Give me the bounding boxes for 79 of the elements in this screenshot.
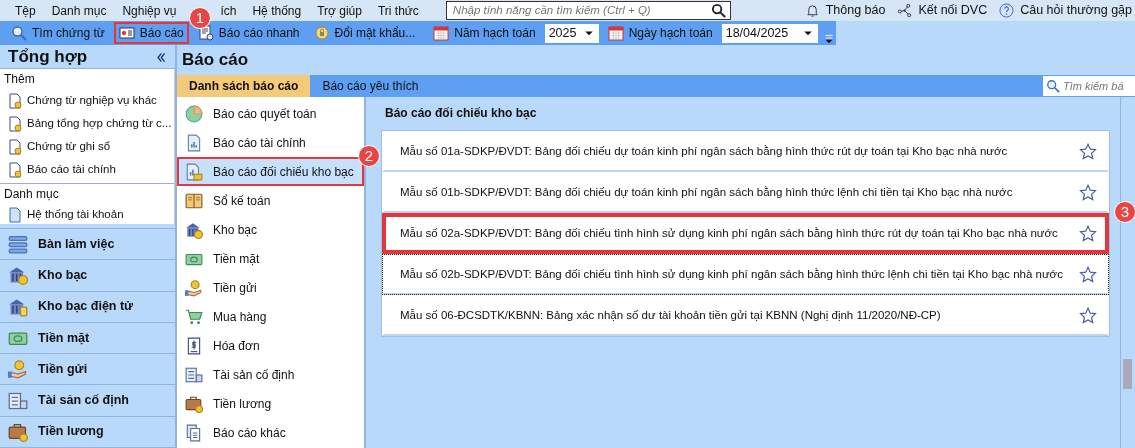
bank-icon — [8, 265, 28, 286]
scrollbar-handle[interactable] — [1123, 359, 1132, 389]
section-header: Danh mục — [0, 183, 174, 203]
sidebar-item[interactable]: Bảng tổng hợp chứng từ c... — [27, 114, 172, 133]
favorite-star-button[interactable] — [1079, 183, 1097, 202]
bell-icon — [804, 3, 820, 18]
top-link[interactable]: Thông báo — [825, 1, 886, 20]
menu-item[interactable]: Tệp — [14, 1, 37, 20]
report-icon — [118, 25, 135, 41]
menu-item[interactable]: Nghiệp vụ — [121, 1, 178, 20]
callout-badge: 3 — [1114, 201, 1135, 223]
document-icon — [7, 161, 23, 178]
document-icon — [7, 138, 23, 155]
search-icon — [11, 25, 27, 41]
menu-item[interactable]: Danh mục — [50, 1, 108, 20]
category-item[interactable]: Báo cáo đối chiếu kho bạc — [177, 157, 364, 186]
briefcase-icon — [8, 421, 28, 442]
callout-badge: 2 — [358, 145, 380, 167]
building-icon — [8, 390, 28, 411]
list-icon — [8, 234, 28, 255]
help-icon — [999, 3, 1015, 18]
star-icon — [1079, 265, 1097, 284]
search-field[interactable]: Nhập tính năng cần tìm kiếm (Ctrl + Q) — [445, 1, 731, 20]
building-icon — [185, 365, 203, 384]
search-icon — [1046, 79, 1060, 93]
dropdown-field[interactable]: 18/04/2025 — [721, 23, 818, 43]
book-icon — [185, 191, 203, 210]
field-label: Năm hạch toán — [428, 22, 541, 44]
documents-icon — [185, 423, 203, 442]
menu-item[interactable]: Tri thức — [376, 1, 420, 20]
document-icon — [197, 25, 214, 41]
field-label: Ngày hạch toán — [602, 22, 718, 44]
report-item[interactable]: Mẫu số 02a-SDKP/ĐVDT: Bảng đối chiếu tình hình sử dụng kinh phí ngân sách bằng hình thức rút dự toán tại Kho bạc nhà nước — [382, 213, 1109, 254]
favorite-star-button[interactable] — [1079, 142, 1097, 161]
toolbar-button[interactable]: Đổi mật khẩu... — [308, 22, 421, 44]
star-icon — [1079, 306, 1097, 325]
calendar-icon — [607, 25, 624, 41]
coin-hand-icon — [8, 359, 28, 380]
search-icon — [710, 3, 726, 18]
sidebar-item[interactable]: Hệ thống tài khoản — [27, 205, 124, 224]
document-icon — [7, 92, 23, 109]
calendar-icon — [433, 25, 450, 41]
receipt-icon — [185, 336, 203, 355]
lock-icon — [313, 25, 330, 41]
network-icon — [897, 3, 913, 18]
tab[interactable]: Báo cáo yêu thích — [310, 75, 431, 97]
sidebar-item[interactable]: Chứng từ ghi sổ — [27, 137, 111, 156]
dropdown-field[interactable]: 2025 — [544, 23, 599, 43]
section-header: Thêm — [3, 71, 36, 88]
sidebar-item[interactable]: Báo cáo tài chính — [27, 160, 116, 179]
group-title: Báo cáo đối chiếu kho bạc — [384, 105, 538, 122]
menu-item[interactable]: Trợ giúp — [316, 1, 363, 20]
coin-hand-icon — [185, 278, 203, 297]
pie-chart-icon — [185, 104, 203, 123]
top-link[interactable]: Kết nối DVC — [918, 1, 988, 20]
top-link[interactable]: Câu hỏi thường gặp — [1020, 1, 1132, 20]
chart-document-icon — [185, 162, 203, 181]
document-icon — [7, 115, 23, 132]
menu-item[interactable]: ích — [219, 1, 238, 20]
star-icon — [1079, 142, 1097, 161]
star-icon — [1079, 224, 1097, 243]
favorite-star-button[interactable] — [1079, 265, 1097, 284]
panel-title: Tổng hợp — [8, 45, 88, 68]
star-icon — [1079, 183, 1097, 202]
favorite-star-button[interactable] — [1079, 306, 1097, 325]
tab[interactable]: Danh sách báo cáo — [177, 75, 311, 97]
double-chevron-icon — [154, 50, 167, 64]
sidebar-item[interactable]: Chứng từ nghiệp vụ khác — [27, 91, 157, 110]
document-icon — [7, 206, 23, 223]
briefcase-icon — [185, 394, 203, 413]
favorite-star-button[interactable] — [1079, 224, 1097, 243]
search-field[interactable]: Tìm kiếm bá — [1043, 76, 1135, 96]
toolbar-button[interactable]: Tìm chứng từ — [6, 22, 110, 44]
menu-item[interactable]: Hệ thống — [251, 1, 303, 20]
chart-document-icon — [185, 133, 203, 152]
report-item[interactable]: Mẫu số 02b-SDKP/ĐVDT: Bảng đối chiếu tình hình sử dụng kinh phí ngân sách bằng hình thức lệnh chi tiền tại Kho bạc nhà nước — [382, 254, 1109, 295]
cart-icon — [185, 307, 203, 326]
toolbar-button[interactable]: Báo cáo — [113, 22, 189, 44]
page-title: Báo cáo — [181, 49, 250, 72]
